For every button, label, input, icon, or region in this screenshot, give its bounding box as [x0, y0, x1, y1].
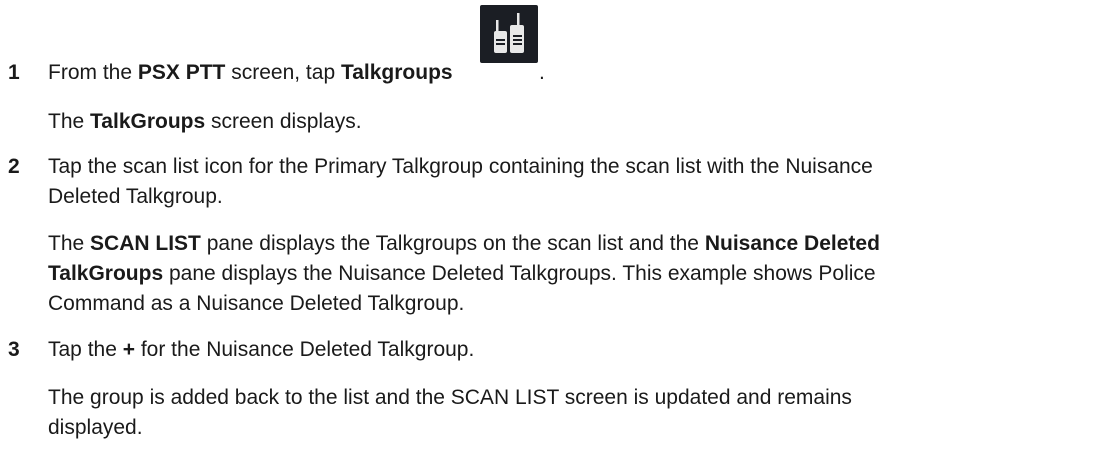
- step-instruction: Tap the + for the Nuisance Deleted Talkg…: [48, 335, 1109, 365]
- instruction-text: Tap the: [48, 338, 123, 361]
- step-number: 1: [8, 61, 20, 84]
- step-result: The SCAN LIST pane displays the Talkgrou…: [48, 229, 1109, 319]
- instruction-text: for the Nuisance Deleted Talkgroup.: [135, 338, 475, 361]
- step-number: 2: [8, 155, 20, 178]
- result-line: Command as a Nuisance Deleted Talkgroup.: [48, 292, 465, 315]
- talkgroups-label: Talkgroups: [340, 61, 453, 84]
- talkgroups-screen-label: TalkGroups: [90, 110, 206, 133]
- instruction-text: From the: [48, 61, 138, 84]
- result-text: screen displays.: [205, 110, 362, 133]
- nuisance-deleted-label: Nuisance Deleted: [704, 232, 880, 255]
- talkgroups-pane-label: TalkGroups: [48, 262, 164, 285]
- result-line: The group is added back to the list and …: [48, 386, 852, 409]
- result-text: The: [48, 110, 91, 133]
- result-text: pane displays the Nuisance Deleted Talkg…: [163, 262, 876, 285]
- plus-symbol: +: [122, 338, 135, 361]
- result-line: The SCAN LIST pane displays the Talkgrou…: [48, 229, 1109, 259]
- step-number: 3: [8, 338, 20, 361]
- result-text: The: [48, 232, 91, 255]
- instruction-text: screen, tap: [225, 61, 341, 84]
- instruction-line: Deleted Talkgroup.: [48, 185, 223, 208]
- result-line: TalkGroups pane displays the Nuisance De…: [48, 259, 1109, 289]
- instruction-period: .: [539, 61, 545, 84]
- step-result: The group is added back to the list and …: [48, 383, 1109, 443]
- result-line: displayed.: [48, 416, 143, 439]
- instruction-line: Tap the scan list icon for the Primary T…: [48, 155, 873, 178]
- step-result: The TalkGroups screen displays.: [48, 107, 1109, 137]
- step-instruction: From the PSX PTT screen, tap Talkgroups …: [48, 5, 1109, 88]
- psx-ptt-label: PSX PTT: [137, 61, 226, 84]
- walkie-talkie-pair-icon: [480, 5, 538, 63]
- scan-list-label: SCAN LIST: [90, 232, 201, 255]
- step-instruction: Tap the scan list icon for the Primary T…: [48, 152, 1109, 212]
- result-text: pane displays the Talkgroups on the scan…: [200, 232, 705, 255]
